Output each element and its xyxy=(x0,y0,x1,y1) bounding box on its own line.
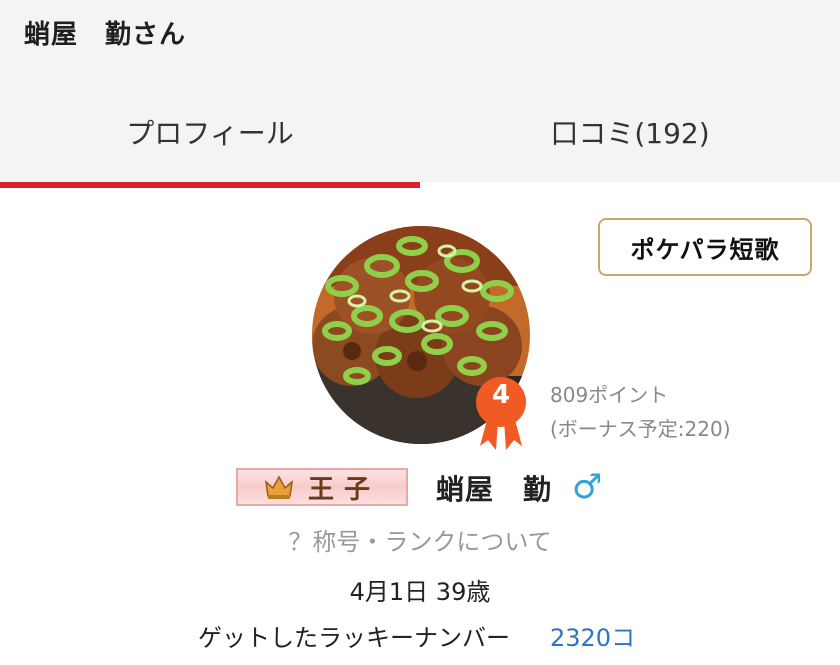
crown-icon xyxy=(264,475,294,499)
user-name: 蛸屋 勤 xyxy=(436,473,553,506)
tab-profile[interactable]: プロフィール xyxy=(0,82,420,188)
lucky-number-count[interactable]: 2320コ xyxy=(550,618,635,653)
title-badge-label: 王子 xyxy=(307,474,380,505)
page-header: 蛸屋 勤さん プロフィール 口コミ(192) xyxy=(0,0,840,188)
tab-bar: プロフィール 口コミ(192) xyxy=(0,82,840,188)
rank-number: 4 xyxy=(491,380,511,410)
points-value: 809ポイント xyxy=(550,383,669,407)
lucky-number-label: ゲットしたラッキーナンバー xyxy=(198,624,510,652)
title-badge: 王子 xyxy=(236,468,408,506)
male-icon: ♂ xyxy=(572,467,603,507)
tab-reviews[interactable]: 口コミ(192) xyxy=(420,82,840,182)
profile-panel: ポケパラ短歌 4 809ポイント (ボーナス予定:220) 王子 蛸屋 勤 ♂ … xyxy=(0,188,840,665)
name-row: 王子 蛸屋 勤 ♂ xyxy=(0,466,840,510)
pokepara-tanka-button[interactable]: ポケパラ短歌 xyxy=(598,218,812,276)
rank-help-link[interactable]: ？称号・ランクについて xyxy=(0,522,840,557)
points-info: 809ポイント (ボーナス予定:220) xyxy=(550,378,731,446)
page-title: 蛸屋 勤さん xyxy=(24,20,187,50)
bonus-points: (ボーナス予定:220) xyxy=(550,417,731,441)
rank-badge: 4 xyxy=(474,376,528,450)
birthday-age: 4月1日 39歳 xyxy=(349,578,491,606)
